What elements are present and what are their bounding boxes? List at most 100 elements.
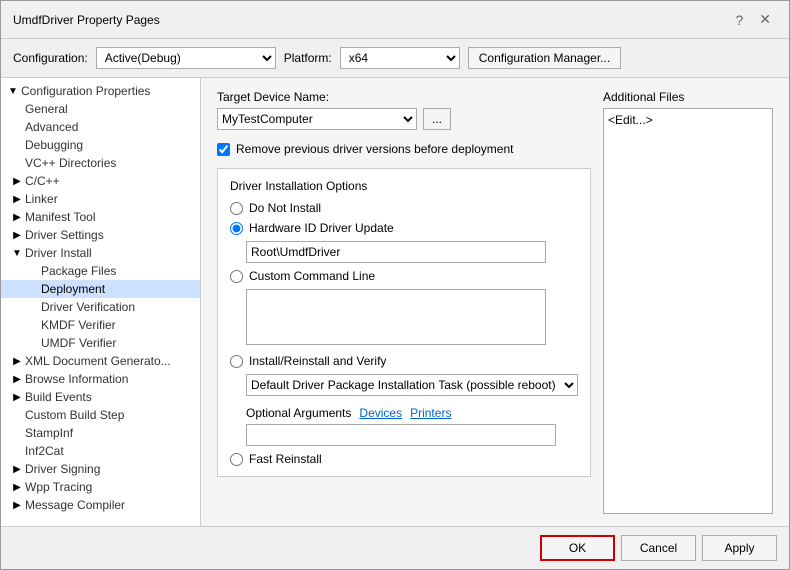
radio-custom-cmd-row: Custom Command Line [230,269,578,283]
help-button[interactable]: ? [729,10,749,30]
tree-deployment-label: Deployment [41,282,105,296]
tree-item-stampinf[interactable]: StampInf [1,424,200,442]
target-device-row: Target Device Name: [217,90,591,104]
radio-custom-cmd[interactable] [230,270,243,283]
tree-item-browse-info[interactable]: ▶ Browse Information [1,370,200,388]
remove-checkbox-label: Remove previous driver versions before d… [236,142,513,156]
tree-kmdf-verifier-label: KMDF Verifier [41,318,116,332]
radio-hw-driver-row: Hardware ID Driver Update [230,221,578,235]
radio-fast-reinstall-label: Fast Reinstall [249,452,322,466]
tree-item-root[interactable]: ▼ Configuration Properties [1,82,200,100]
tree-item-driver-install[interactable]: ▼ Driver Install [1,244,200,262]
tree-linker-label: Linker [25,192,58,206]
target-device-dots-button[interactable]: ... [423,108,451,130]
title-controls: ? ✕ [729,9,777,30]
tree-item-xml-doc[interactable]: ▶ XML Document Generato... [1,352,200,370]
build-events-toggle: ▶ [9,392,25,403]
tree-panel: ▼ Configuration Properties General Advan… [1,78,201,526]
optional-row-inner: Optional Arguments Devices Printers [246,406,578,420]
additional-files-title: Additional Files [603,90,773,104]
install-select[interactable]: Default Driver Package Installation Task… [246,374,578,396]
devices-link[interactable]: Devices [359,406,402,420]
remove-checkbox[interactable] [217,143,230,156]
ok-button[interactable]: OK [540,535,615,561]
tree-manifest-label: Manifest Tool [25,210,95,224]
tree-item-vc-dirs[interactable]: VC++ Directories [1,154,200,172]
tree-item-build-events[interactable]: ▶ Build Events [1,388,200,406]
cancel-button[interactable]: Cancel [621,535,696,561]
tree-custom-build-label: Custom Build Step [25,408,124,422]
optional-args-label: Optional Arguments [246,406,351,420]
tree-advanced-label: Advanced [25,120,78,134]
tree-item-manifest[interactable]: ▶ Manifest Tool [1,208,200,226]
browse-info-toggle: ▶ [9,374,25,385]
cpp-toggle: ▶ [9,176,25,187]
tree-item-deployment[interactable]: Deployment [1,280,200,298]
tree-item-general[interactable]: General [1,100,200,118]
deployment-settings: Target Device Name: MyTestComputer ... R… [217,90,591,514]
content-area: ▼ Configuration Properties General Advan… [1,78,789,526]
message-compiler-toggle: ▶ [9,500,25,511]
tree-message-compiler-label: Message Compiler [25,498,125,512]
wpp-tracing-toggle: ▶ [9,482,25,493]
target-device-section: Target Device Name: MyTestComputer ... [217,90,591,130]
custom-cmd-textarea-row [230,289,578,348]
tree-item-package-files[interactable]: Package Files [1,262,200,280]
tree-driver-settings-label: Driver Settings [25,228,104,242]
config-manager-button[interactable]: Configuration Manager... [468,47,621,69]
optional-args-input[interactable] [246,424,556,446]
tree-item-umdf-verifier[interactable]: UMDF Verifier [1,334,200,352]
tree-build-events-label: Build Events [25,390,92,404]
manifest-toggle: ▶ [9,212,25,223]
target-device-label: Target Device Name: [217,90,329,104]
driver-install-title: Driver Installation Options [230,179,578,193]
radio-install-reinstall[interactable] [230,355,243,368]
tree-item-custom-build[interactable]: Custom Build Step [1,406,200,424]
tree-item-driver-signing[interactable]: ▶ Driver Signing [1,460,200,478]
target-device-select[interactable]: MyTestComputer [217,108,417,130]
tree-item-kmdf-verifier[interactable]: KMDF Verifier [1,316,200,334]
tree-umdf-verifier-label: UMDF Verifier [41,336,116,350]
root-toggle-icon: ▼ [5,86,21,97]
tree-item-cpp[interactable]: ▶ C/C++ [1,172,200,190]
config-label: Configuration: [13,51,88,65]
printers-link[interactable]: Printers [410,406,451,420]
driver-signing-toggle: ▶ [9,464,25,475]
hw-driver-input[interactable] [246,241,546,263]
tree-item-driver-settings[interactable]: ▶ Driver Settings [1,226,200,244]
tree-stampinf-label: StampInf [25,426,73,440]
tree-item-advanced[interactable]: Advanced [1,118,200,136]
tree-inf2cat-label: Inf2Cat [25,444,64,458]
tree-item-debugging[interactable]: Debugging [1,136,200,154]
radio-install-reinstall-label: Install/Reinstall and Verify [249,354,386,368]
tree-package-files-label: Package Files [41,264,116,278]
tree-item-inf2cat[interactable]: Inf2Cat [1,442,200,460]
remove-checkbox-row: Remove previous driver versions before d… [217,142,591,156]
tree-item-wpp-tracing[interactable]: ▶ Wpp Tracing [1,478,200,496]
radio-install-reinstall-row: Install/Reinstall and Verify [230,354,578,368]
tree-item-message-compiler[interactable]: ▶ Message Compiler [1,496,200,514]
title-bar: UmdfDriver Property Pages ? ✕ [1,1,789,39]
bottom-bar: OK Cancel Apply [1,526,789,569]
tree-item-driver-verification[interactable]: Driver Verification [1,298,200,316]
apply-button[interactable]: Apply [702,535,777,561]
additional-files-edit[interactable]: <Edit...> [608,113,653,127]
hw-driver-input-row [230,241,578,263]
driver-settings-toggle: ▶ [9,230,25,241]
config-select[interactable]: Active(Debug) [96,47,276,69]
platform-select[interactable]: x64 [340,47,460,69]
main-window: UmdfDriver Property Pages ? ✕ Configurat… [0,0,790,570]
tree-vc-dirs-label: VC++ Directories [25,156,116,170]
radio-do-not-install-row: Do Not Install [230,201,578,215]
radio-fast-reinstall[interactable] [230,453,243,466]
tree-driver-verification-label: Driver Verification [41,300,135,314]
radio-hw-driver[interactable] [230,222,243,235]
tree-item-linker[interactable]: ▶ Linker [1,190,200,208]
additional-files-panel: Additional Files <Edit...> [603,90,773,514]
tree-cpp-label: C/C++ [25,174,60,188]
radio-do-not-install[interactable] [230,202,243,215]
target-device-input-row: MyTestComputer ... [217,108,591,130]
custom-cmd-textarea[interactable] [246,289,546,345]
tree-general-label: General [25,102,68,116]
close-button[interactable]: ✕ [753,9,777,30]
